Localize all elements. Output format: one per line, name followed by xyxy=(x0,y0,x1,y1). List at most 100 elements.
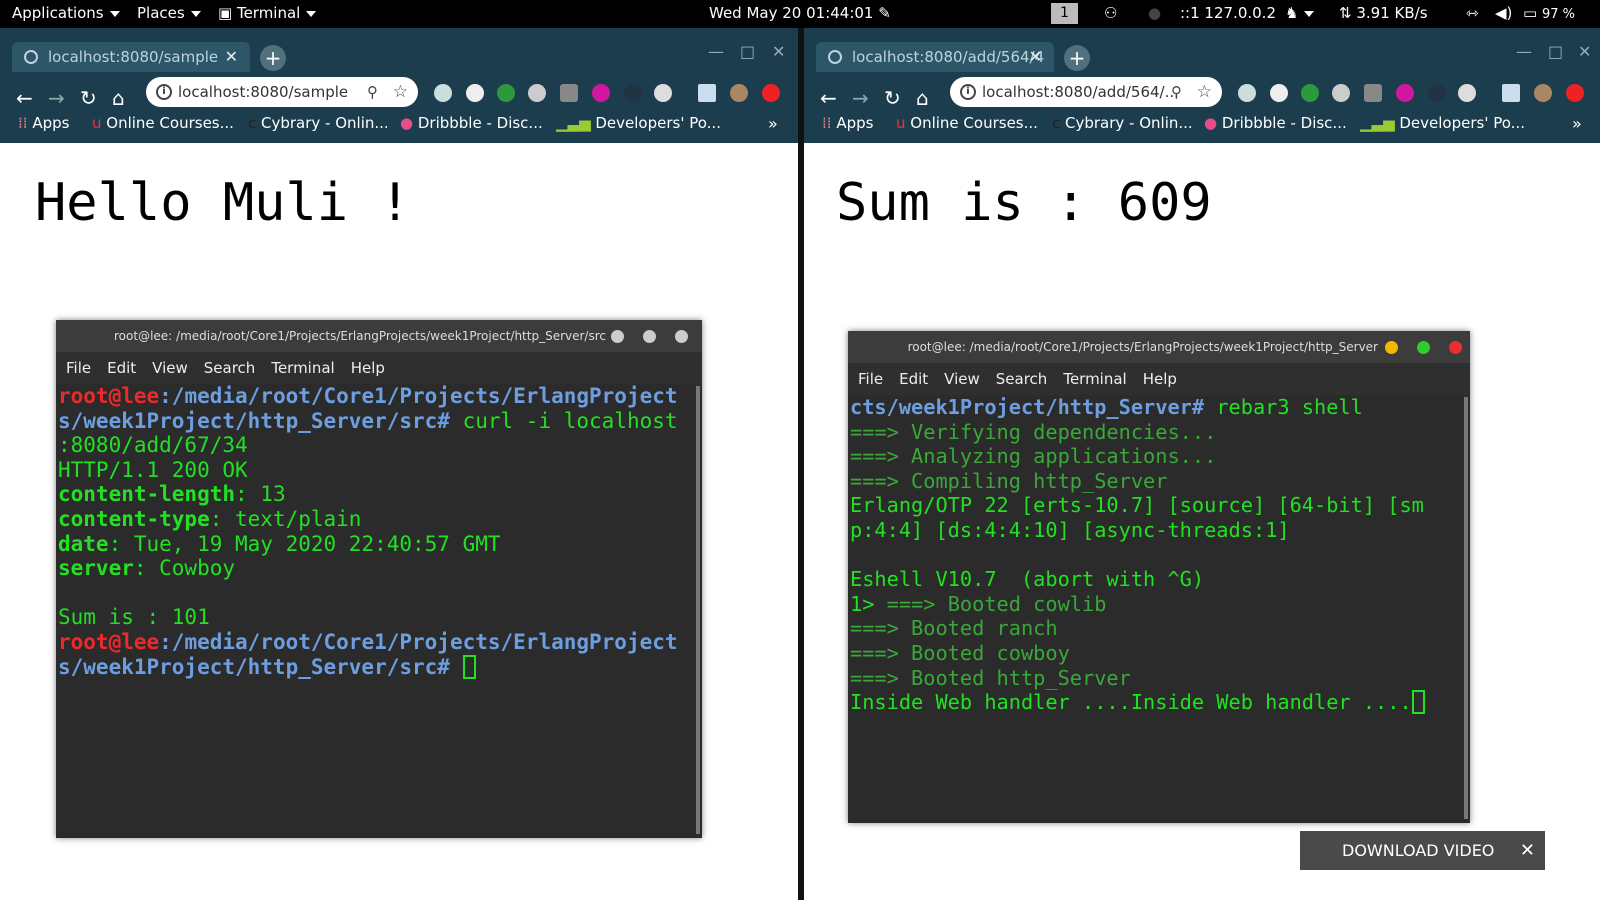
menu-search[interactable]: Search xyxy=(204,359,256,377)
extension-dark-icon[interactable] xyxy=(1428,84,1446,102)
reload-icon[interactable]: ↻ xyxy=(80,86,97,110)
extension-zero-icon[interactable] xyxy=(1364,84,1382,102)
menu-file[interactable]: File xyxy=(66,359,91,377)
terminal-titlebar[interactable]: root@lee: /media/root/Core1/Projects/Erl… xyxy=(848,331,1470,363)
close-window-icon[interactable]: ✕ xyxy=(1578,42,1591,61)
extension-green-icon[interactable] xyxy=(1301,84,1319,102)
menu-help[interactable]: Help xyxy=(1143,370,1177,388)
terminal-titlebar[interactable]: root@lee: /media/root/Core1/Projects/Erl… xyxy=(56,320,702,352)
terminal-scrollbar[interactable] xyxy=(1464,397,1468,819)
workspace-indicator[interactable]: 1 xyxy=(1051,3,1078,24)
minimize-icon[interactable] xyxy=(1385,341,1398,354)
extension-icon[interactable] xyxy=(1270,84,1288,102)
zoom-icon[interactable]: ⚲ xyxy=(367,77,378,107)
right-terminal-window[interactable]: root@lee: /media/root/Core1/Projects/Erl… xyxy=(848,331,1470,823)
close-tab-icon[interactable]: ✕ xyxy=(1029,42,1042,72)
menu-file[interactable]: File xyxy=(858,370,883,388)
reload-icon[interactable]: ↻ xyxy=(884,86,901,110)
bookmark-star-icon[interactable]: ☆ xyxy=(393,77,408,107)
extension-check-icon[interactable] xyxy=(654,84,672,102)
react-extension-icon[interactable] xyxy=(1238,84,1256,102)
applications-menu[interactable]: Applications xyxy=(12,4,120,22)
forward-icon[interactable]: → xyxy=(852,86,869,110)
close-icon[interactable] xyxy=(675,330,688,343)
bookmark-star-icon[interactable]: ☆ xyxy=(1197,77,1212,107)
address-bar[interactable]: i localhost:8080/sample ⚲ ☆ xyxy=(146,77,418,107)
menu-terminal[interactable]: Terminal xyxy=(271,359,334,377)
back-icon[interactable]: ← xyxy=(16,86,33,110)
more-bookmarks-icon[interactable]: » xyxy=(768,114,778,133)
places-menu[interactable]: Places xyxy=(137,4,201,22)
browser-tab[interactable]: localhost:8080/sample ✕ xyxy=(12,42,250,72)
people-icon[interactable]: ⚇ xyxy=(1104,4,1117,22)
close-tab-icon[interactable]: ✕ xyxy=(225,42,238,72)
maximize-icon[interactable]: □ xyxy=(740,42,755,61)
info-icon[interactable]: i xyxy=(156,84,172,100)
home-icon[interactable]: ⌂ xyxy=(112,86,125,110)
update-icon[interactable] xyxy=(762,84,780,102)
maximize-icon[interactable] xyxy=(643,330,656,343)
bookmark-dribbble[interactable]: ● Dribbble - Disc... xyxy=(400,114,543,136)
react-extension-icon[interactable] xyxy=(434,84,452,102)
extension-green-icon[interactable] xyxy=(497,84,515,102)
download-video-label[interactable]: DOWNLOAD VIDEO xyxy=(1342,831,1494,870)
browser-tab[interactable]: localhost:8080/add/564/4 ✕ xyxy=(816,42,1054,72)
reading-list-icon[interactable] xyxy=(698,84,716,102)
settings-extension-icon[interactable] xyxy=(1332,84,1350,102)
info-icon[interactable]: i xyxy=(960,84,976,100)
new-tab-button[interactable]: + xyxy=(1064,45,1090,71)
clock[interactable]: Wed May 20 01:44:01 ✎ xyxy=(709,4,891,22)
reading-list-icon[interactable] xyxy=(1502,84,1520,102)
new-tab-button[interactable]: + xyxy=(260,45,286,71)
graphql-extension-icon[interactable] xyxy=(592,84,610,102)
network-icon[interactable]: ⇿ xyxy=(1466,4,1479,22)
home-icon[interactable]: ⌂ xyxy=(916,86,929,110)
back-icon[interactable]: ← xyxy=(820,86,837,110)
zoom-icon[interactable]: ⚲ xyxy=(1171,77,1182,107)
terminal-app-menu[interactable]: ▣ Terminal xyxy=(218,4,317,22)
terminal-output[interactable]: root@lee:/media/root/Core1/Projects/Erla… xyxy=(58,384,694,838)
bookmark-dribbble[interactable]: ● Dribbble - Disc... xyxy=(1204,114,1347,136)
minimize-icon[interactable] xyxy=(611,330,624,343)
graphql-extension-icon[interactable] xyxy=(1396,84,1414,102)
avatar[interactable] xyxy=(1534,84,1552,102)
terminal-scrollbar[interactable] xyxy=(696,386,700,834)
extension-zero-icon[interactable] xyxy=(560,84,578,102)
menu-search[interactable]: Search xyxy=(996,370,1048,388)
address-bar[interactable]: i localhost:8080/add/564/... ⚲ ☆ xyxy=(950,77,1222,107)
minimize-icon[interactable]: — xyxy=(708,42,724,61)
android-icon[interactable]: ♞ xyxy=(1285,4,1315,22)
bookmark-developers[interactable]: ▁▃▅ Developers' Po... xyxy=(1360,114,1525,136)
close-icon[interactable]: ✕ xyxy=(1520,831,1535,870)
close-icon[interactable] xyxy=(1449,341,1462,354)
left-terminal-window[interactable]: root@lee: /media/root/Core1/Projects/Erl… xyxy=(56,320,702,838)
menu-help[interactable]: Help xyxy=(351,359,385,377)
volume-icon[interactable]: ◀) xyxy=(1495,4,1512,22)
menu-view[interactable]: View xyxy=(944,370,980,388)
bookmark-cybrary[interactable]: c Cybrary - Onlin... xyxy=(1052,114,1193,136)
close-window-icon[interactable]: ✕ xyxy=(772,42,785,61)
extension-dark-icon[interactable] xyxy=(624,84,642,102)
more-bookmarks-icon[interactable]: » xyxy=(1572,114,1582,133)
bookmark-apps[interactable]: ⁞⁞ Apps xyxy=(822,114,873,136)
menu-edit[interactable]: Edit xyxy=(107,359,136,377)
menu-edit[interactable]: Edit xyxy=(899,370,928,388)
terminal-output[interactable]: cts/week1Project/http_Server# rebar3 she… xyxy=(850,395,1462,823)
bookmark-online-courses[interactable]: u Online Courses... xyxy=(92,114,234,136)
extension-check-icon[interactable] xyxy=(1458,84,1476,102)
bookmark-apps[interactable]: ⁞⁞ Apps xyxy=(18,114,69,136)
update-icon[interactable] xyxy=(1566,84,1584,102)
extension-icon[interactable] xyxy=(466,84,484,102)
maximize-icon[interactable]: □ xyxy=(1548,42,1563,61)
menu-terminal[interactable]: Terminal xyxy=(1063,370,1126,388)
avatar[interactable] xyxy=(730,84,748,102)
download-video-banner[interactable]: DOWNLOAD VIDEO ✕ xyxy=(1300,831,1545,870)
bookmark-online-courses[interactable]: u Online Courses... xyxy=(896,114,1038,136)
bookmark-cybrary[interactable]: c Cybrary - Onlin... xyxy=(248,114,389,136)
forward-icon[interactable]: → xyxy=(48,86,65,110)
minimize-icon[interactable]: — xyxy=(1516,42,1532,61)
battery-status[interactable]: ▭ 97 % xyxy=(1523,4,1575,22)
settings-extension-icon[interactable] xyxy=(528,84,546,102)
menu-view[interactable]: View xyxy=(152,359,188,377)
maximize-icon[interactable] xyxy=(1417,341,1430,354)
